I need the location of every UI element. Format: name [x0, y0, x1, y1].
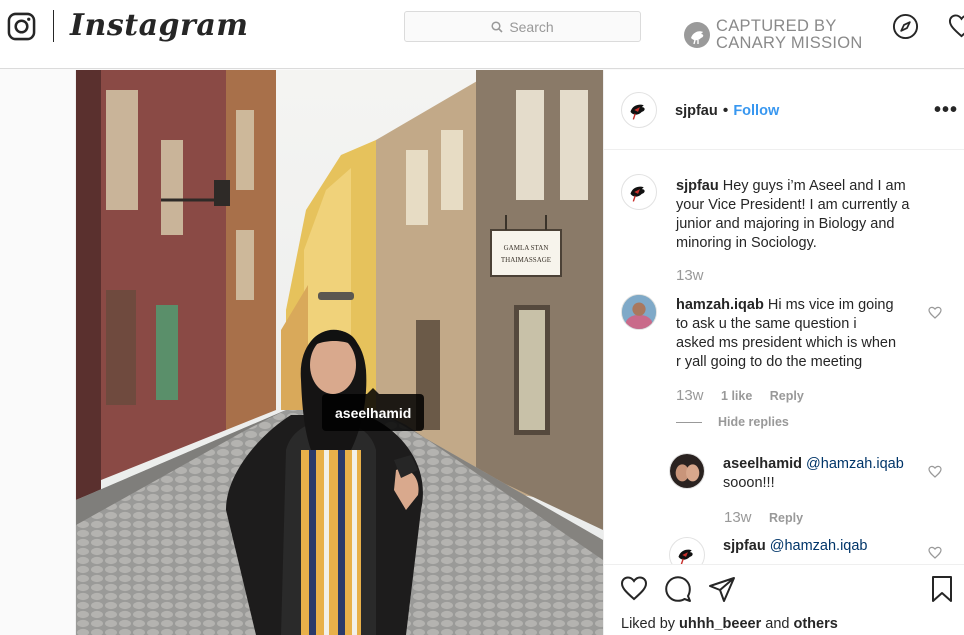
reply-body: sooon!!!	[723, 475, 775, 491]
reply-like-heart-icon[interactable]	[928, 465, 942, 479]
liked-by-text: Liked by uhhh_beeer and others	[621, 616, 838, 632]
top-navigation-bar: Instagram Search CAPTURED BY CANARY MISS…	[0, 0, 964, 69]
search-placeholder: Search	[509, 18, 554, 35]
comment-line: to ask u the same question i	[676, 316, 857, 332]
comment-timestamp[interactable]: 13w	[676, 387, 704, 404]
caption-line: your Vice President! I am currently a	[676, 197, 910, 213]
comment-line: asked ms president which is when	[676, 335, 897, 351]
reply-avatar[interactable]	[669, 453, 705, 489]
reply-like-heart-icon[interactable]	[928, 546, 942, 560]
street-photo-illustration: GAMLA STAN THAIMASSAGE	[76, 70, 603, 635]
profile-photo	[622, 295, 656, 329]
replies-divider-line	[676, 421, 702, 423]
captured-line-2: CANARY MISSION	[716, 34, 863, 52]
instagram-wordmark[interactable]: Instagram	[70, 8, 249, 43]
bookmark-icon[interactable]	[928, 575, 956, 603]
reply-username[interactable]: sjpfau	[723, 538, 766, 554]
post-header: sjpfau • Follow •••	[604, 70, 964, 150]
author-username[interactable]: sjpfau	[675, 103, 718, 119]
author-line: sjpfau • Follow	[675, 102, 779, 120]
post-action-bar: Liked by uhhh_beeer and others	[604, 564, 964, 635]
header-separator: •	[722, 102, 729, 119]
sign-line-2: THAIMASSAGE	[501, 256, 551, 264]
caption-timestamp[interactable]: 13w	[676, 267, 704, 284]
search-icon	[491, 20, 503, 33]
bird-logo-icon	[630, 186, 645, 202]
comment-likes-count[interactable]: 1 like	[721, 389, 752, 403]
reply-username[interactable]: aseelhamid	[723, 456, 802, 472]
caption-line: Hey guys i’m Aseel and I am	[722, 178, 906, 194]
caption-line: minoring in Sociology.	[676, 235, 817, 251]
comment-meta: 13w 1 like Reply	[676, 387, 818, 404]
instagram-glyph-icon[interactable]	[7, 12, 36, 41]
reply-reply-button[interactable]: Reply	[769, 511, 803, 525]
brand-divider	[53, 10, 54, 42]
comment-reply-button[interactable]: Reply	[770, 389, 804, 403]
canary-badge-icon	[684, 22, 710, 48]
more-options-icon[interactable]: •••	[934, 99, 958, 122]
sign-line-1: GAMLA STAN	[504, 244, 549, 252]
caption-line: junior and majoring in Biology and	[676, 216, 895, 232]
follow-button[interactable]: Follow	[733, 103, 779, 119]
compass-icon[interactable]	[892, 13, 919, 40]
liked-by-and: and	[765, 616, 790, 632]
heart-icon[interactable]	[948, 13, 964, 40]
author-avatar[interactable]	[621, 92, 657, 128]
captured-watermark: CAPTURED BY CANARY MISSION	[684, 18, 863, 52]
reply-text: sjpfau @hamzah.iqab	[723, 537, 953, 556]
caption-meta: 13w	[676, 267, 718, 284]
caption-text: sjpfau Hey guys i’m Aseel and I am your …	[676, 177, 956, 253]
liked-by-user[interactable]: uhhh_beeer	[679, 616, 761, 632]
comment-like-heart-icon[interactable]	[928, 306, 942, 320]
comment-text: hamzah.iqab Hi ms vice im going to ask u…	[676, 296, 926, 372]
comment-username[interactable]: hamzah.iqab	[676, 297, 764, 313]
post-photo[interactable]: GAMLA STAN THAIMASSAGE aseelhamid	[76, 70, 603, 635]
caption-username[interactable]: sjpfau	[676, 178, 719, 194]
post-card: GAMLA STAN THAIMASSAGE aseelhamid sjpfau…	[75, 70, 964, 635]
captured-line-1: CAPTURED BY	[716, 17, 837, 35]
reply-mention[interactable]: @hamzah.iqab	[770, 538, 868, 554]
reply-meta: 13w Reply	[724, 509, 817, 526]
caption-avatar[interactable]	[621, 174, 657, 210]
captured-text: CAPTURED BY CANARY MISSION	[716, 18, 863, 52]
liked-by-prefix: Liked by	[621, 616, 676, 632]
reply-mention[interactable]: @hamzah.iqab	[806, 456, 904, 472]
reply-timestamp[interactable]: 13w	[724, 509, 752, 526]
profile-photo	[670, 454, 704, 488]
comment-icon[interactable]	[664, 575, 692, 603]
share-icon[interactable]	[708, 575, 736, 603]
hide-replies-label: Hide replies	[718, 415, 789, 429]
post-sidebar: sjpfau • Follow ••• sjpfau Hey guys i’m …	[603, 70, 964, 635]
comment-line: Hi ms vice im going	[767, 297, 894, 313]
bird-logo-icon	[630, 104, 645, 120]
comment-line: r yall going to do the meeting	[676, 354, 863, 370]
heart-icon[interactable]	[620, 575, 648, 603]
reply-text: aseelhamid @hamzah.iqab sooon!!!	[723, 455, 953, 493]
liked-by-others[interactable]: others	[794, 616, 838, 632]
user-tag-bubble[interactable]: aseelhamid	[322, 388, 425, 431]
commenter-avatar[interactable]	[621, 294, 657, 330]
hide-replies-toggle[interactable]: Hide replies	[676, 415, 789, 429]
search-input[interactable]: Search	[404, 11, 641, 42]
